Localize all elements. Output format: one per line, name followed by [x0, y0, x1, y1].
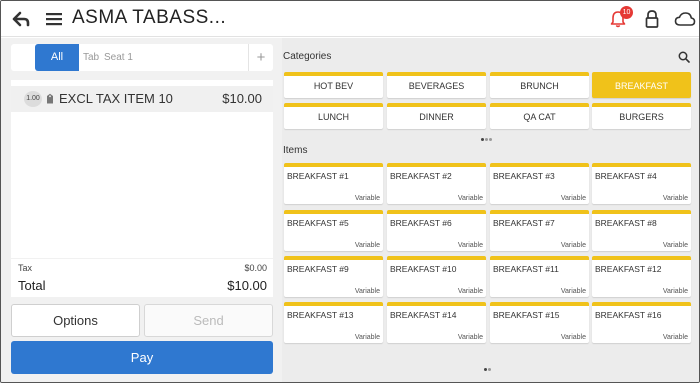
menu-item-name: BREAKFAST #9	[287, 264, 349, 274]
menu-item-tile[interactable]: BREAKFAST #7 Variable	[490, 210, 589, 251]
lock-icon[interactable]	[644, 9, 660, 29]
page-dot	[488, 368, 491, 371]
category-beverages[interactable]: BEVERAGES	[387, 72, 486, 98]
item-quantity: 1.00	[24, 91, 42, 107]
total-value: $10.00	[227, 278, 267, 293]
tax-label: Tax	[18, 263, 33, 273]
menu-item-name: BREAKFAST #5	[287, 218, 349, 228]
menu-item-price-type: Variable	[457, 288, 483, 295]
menu-item-name: BREAKFAST #3	[493, 171, 555, 181]
menu-item-name: BREAKFAST #15	[493, 310, 560, 320]
send-button[interactable]: Send	[144, 304, 273, 337]
notification-badge: 10	[620, 6, 633, 19]
menu-item-tile[interactable]: BREAKFAST #13 Variable	[284, 302, 383, 343]
hamburger-menu-icon[interactable]	[45, 10, 63, 28]
menu-item-tile[interactable]: BREAKFAST #6 Variable	[387, 210, 486, 251]
seat-tabs: All Tab Seat 1 +	[11, 44, 273, 71]
menu-item-name: BREAKFAST #8	[595, 218, 657, 228]
menu-item-tile[interactable]: BREAKFAST #10 Variable	[387, 256, 486, 297]
order-panel: All Tab Seat 1 + 1.00 EXCL TAX ITEM 10 $…	[1, 38, 282, 382]
category-brunch[interactable]: BRUNCH	[490, 72, 589, 98]
items-heading: Items	[283, 145, 308, 156]
menu-item-name: BREAKFAST #1	[287, 171, 349, 181]
menu-item-tile[interactable]: BREAKFAST #16 Variable	[592, 302, 691, 343]
category-lunch[interactable]: LUNCH	[284, 103, 383, 129]
menu-item-price-type: Variable	[662, 195, 688, 202]
menu-item-price-type: Variable	[662, 334, 688, 341]
category-dinner[interactable]: DINNER	[387, 103, 486, 129]
customer-title: ASMA TABASS...	[72, 7, 227, 28]
page-dot	[489, 138, 492, 141]
add-seat-button[interactable]: +	[248, 44, 273, 71]
menu-item-tile[interactable]: BREAKFAST #4 Variable	[592, 163, 691, 204]
categories-heading: Categories	[283, 51, 332, 62]
menu-item-name: BREAKFAST #11	[493, 264, 559, 274]
category-page-indicator	[481, 138, 493, 142]
pos-screen: ASMA TABASS... 10 All Tab Seat 1 + 1.00	[0, 0, 700, 383]
menu-item-tile[interactable]: BREAKFAST #3 Variable	[490, 163, 589, 204]
order-totals: Tax $0.00 Total $10.00	[11, 259, 273, 297]
tax-value: $0.00	[244, 263, 267, 273]
menu-item-price-type: Variable	[662, 242, 688, 249]
menu-item-name: BREAKFAST #16	[595, 310, 662, 320]
menu-item-name: BREAKFAST #2	[390, 171, 452, 181]
menu-item-name: BREAKFAST #7	[493, 218, 555, 228]
page-dot	[484, 368, 487, 371]
menu-item-name: BREAKFAST #12	[595, 264, 662, 274]
menu-item-price-type: Variable	[560, 334, 586, 341]
menu-item-price-type: Variable	[457, 334, 483, 341]
menu-item-price-type: Variable	[560, 242, 586, 249]
options-button[interactable]: Options	[11, 304, 140, 337]
menu-item-name: BREAKFAST #6	[390, 218, 452, 228]
page-dot	[485, 138, 488, 141]
menu-item-tile[interactable]: BREAKFAST #11 Variable	[490, 256, 589, 297]
item-price: $10.00	[222, 91, 262, 106]
menu-item-price-type: Variable	[560, 195, 586, 202]
menu-item-name: BREAKFAST #13	[287, 310, 354, 320]
total-label: Total	[18, 278, 46, 293]
menu-item-price-type: Variable	[457, 242, 483, 249]
category-breakfast[interactable]: BREAKFAST	[592, 72, 691, 98]
menu-item-tile[interactable]: BREAKFAST #1 Variable	[284, 163, 383, 204]
menu-item-price-type: Variable	[354, 242, 380, 249]
menu-item-name: BREAKFAST #10	[390, 264, 457, 274]
items-page-indicator	[484, 368, 492, 372]
menu-item-tile[interactable]: BREAKFAST #9 Variable	[284, 256, 383, 297]
menu-item-price-type: Variable	[560, 288, 586, 295]
search-icon[interactable]	[678, 51, 690, 63]
item-name: EXCL TAX ITEM 10	[59, 91, 173, 106]
menu-item-tile[interactable]: BREAKFAST #2 Variable	[387, 163, 486, 204]
menu-item-name: BREAKFAST #14	[390, 310, 457, 320]
menu-item-price-type: Variable	[354, 195, 380, 202]
menu-item-price-type: Variable	[354, 288, 380, 295]
tab-all[interactable]: All	[35, 44, 79, 71]
menu-item-price-type: Variable	[662, 288, 688, 295]
menu-item-tile[interactable]: BREAKFAST #8 Variable	[592, 210, 691, 251]
menu-item-tile[interactable]: BREAKFAST #5 Variable	[284, 210, 383, 251]
cloud-icon[interactable]	[674, 10, 696, 28]
category-hot-bev[interactable]: HOT BEV	[284, 72, 383, 98]
menu-item-tile[interactable]: BREAKFAST #12 Variable	[592, 256, 691, 297]
tab-seat-1[interactable]: Seat 1	[104, 44, 133, 71]
category-qa-cat[interactable]: QA CAT	[490, 103, 589, 129]
tab-tab[interactable]: Tab	[83, 44, 99, 71]
menu-item-name: BREAKFAST #4	[595, 171, 657, 181]
order-list: 1.00 EXCL TAX ITEM 10 $10.00	[11, 80, 273, 258]
top-bar: ASMA TABASS... 10	[1, 1, 699, 37]
menu-panel: Categories HOT BEV BEVERAGES BRUNCH BREAKFA…	[282, 38, 699, 382]
menu-item-price-type: Variable	[354, 334, 380, 341]
menu-item-tile[interactable]: BREAKFAST #15 Variable	[490, 302, 589, 343]
pay-button[interactable]: Pay	[11, 341, 273, 374]
menu-item-price-type: Variable	[457, 195, 483, 202]
back-arrow-icon[interactable]	[11, 9, 31, 29]
menu-item-tile[interactable]: BREAKFAST #14 Variable	[387, 302, 486, 343]
order-line-item[interactable]: 1.00 EXCL TAX ITEM 10 $10.00	[11, 86, 273, 112]
tag-icon	[47, 93, 53, 104]
category-burgers[interactable]: BURGERS	[592, 103, 691, 129]
page-dot	[481, 138, 484, 141]
